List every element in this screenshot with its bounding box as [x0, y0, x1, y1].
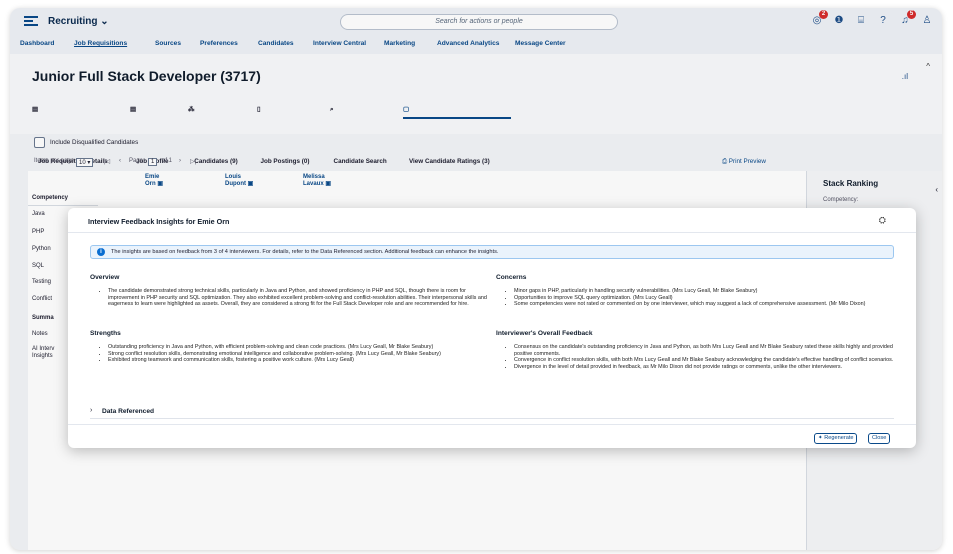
close-button[interactable]: Close — [868, 433, 891, 444]
dialog-title: Interview Feedback Insights for Emie Orn — [88, 217, 230, 226]
list-item: Convergence in conflict resolution skill… — [514, 357, 894, 364]
list-item: Exhibited strong teamwork and communicat… — [108, 357, 490, 364]
ai-assistant-icon[interactable]: ⛭ — [879, 215, 886, 226]
dialog-divider — [68, 232, 916, 233]
concerns-title: Concerns — [496, 274, 527, 281]
overview-title: Overview — [90, 274, 120, 281]
list-item: Opportunities to improve SQL query optim… — [514, 295, 894, 302]
chevron-right-icon: › — [90, 407, 93, 414]
list-item: The candidate demonstrated strong techni… — [108, 288, 490, 308]
feedback-insights-dialog: Interview Feedback Insights for Emie Orn… — [68, 208, 916, 448]
overall-feedback-title: Interviewer's Overall Feedback — [496, 330, 593, 337]
list-item: Some competencies were not rated or comm… — [514, 301, 894, 308]
overview-list: The candidate demonstrated strong techni… — [98, 288, 490, 308]
list-item: Divergence in the level of detail provid… — [514, 364, 894, 371]
dialog-footer-divider — [68, 424, 916, 425]
data-referenced-expander[interactable]: › Data Referenced — [90, 405, 894, 419]
sparkle-icon: ✦ — [818, 435, 823, 441]
concerns-list: Minor gaps in PHP, particularly in handl… — [504, 288, 894, 308]
strengths-title: Strengths — [90, 330, 121, 337]
info-icon: i — [97, 248, 105, 256]
list-item: Consensus on the candidate's outstanding… — [514, 344, 894, 357]
regenerate-button[interactable]: ✦ Regenerate — [814, 433, 858, 444]
regenerate-label: Regenerate — [824, 435, 854, 441]
list-item: Minor gaps in PHP, particularly in handl… — [514, 288, 894, 295]
strengths-list: Outstanding proficiency in Java and Pyth… — [98, 344, 490, 364]
data-referenced-label: Data Referenced — [102, 408, 155, 415]
list-item: Strong conflict resolution skills, demon… — [108, 351, 490, 358]
app-window: Recruiting ⌄ Search for actions or peopl… — [10, 8, 942, 550]
overall-feedback-list: Consensus on the candidate's outstanding… — [504, 344, 894, 370]
list-item: Outstanding proficiency in Java and Pyth… — [108, 344, 490, 351]
info-message: The insights are based on feedback from … — [111, 249, 499, 255]
info-message-strip: i The insights are based on feedback fro… — [90, 245, 894, 259]
